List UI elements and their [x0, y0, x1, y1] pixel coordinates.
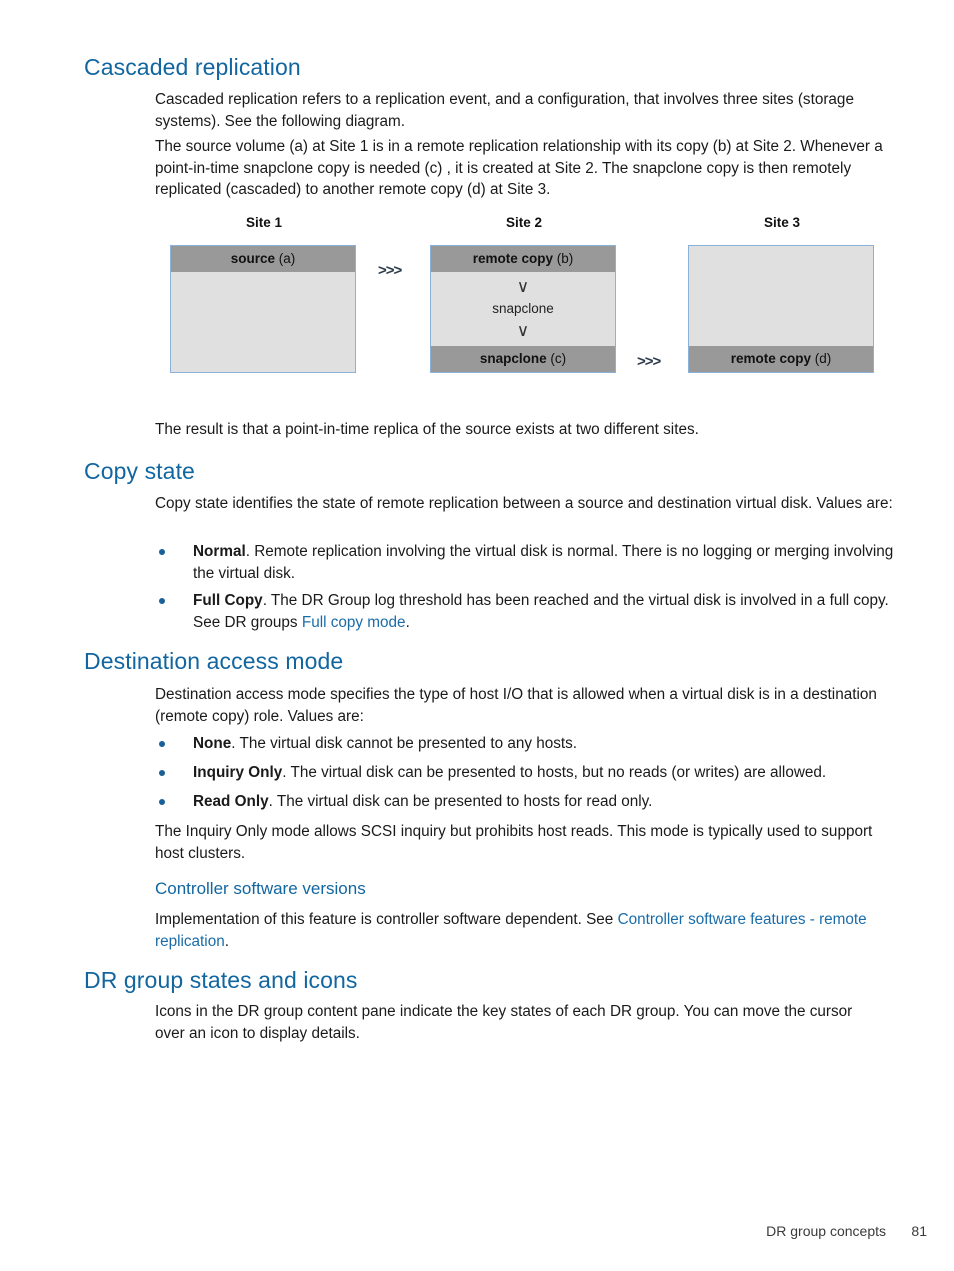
arrow-site2-to-site3: >>> [637, 353, 661, 370]
controller-text-before-link: Implementation of this feature is contro… [155, 911, 618, 928]
site-2-footer-paren: (c) [546, 351, 567, 366]
list-item: None. The virtual disk cannot be present… [155, 733, 903, 755]
cascaded-result-paragraph: The result is that a point-in-time repli… [155, 421, 699, 438]
site-2-label: Site 2 [505, 215, 543, 230]
bullet-term: Normal [193, 543, 246, 560]
heading-dr-group-states-and-icons: DR group states and icons [84, 967, 358, 993]
dr-group-states-paragraph: Icons in the DR group content pane indic… [155, 1003, 853, 1042]
destination-access-intro: Destination access mode specifies the ty… [155, 686, 877, 725]
chevron-down-icon-top: ∨ [516, 277, 530, 296]
controller-versions-paragraph: Implementation of this feature is contro… [155, 909, 895, 952]
heading-controller-software-versions: Controller software versions [155, 879, 366, 898]
bullet-body: . The virtual disk cannot be presented t… [231, 735, 578, 752]
site-2-box: remote copy (b) ∨ snapclone ∨ snapclone … [430, 245, 616, 373]
document-page: Cascaded replication Cascaded replicatio… [0, 0, 954, 1271]
site-2-header-term: remote copy [472, 251, 554, 266]
site-3-footer-band: remote copy (d) [689, 346, 873, 372]
bullet-term: Full Copy [193, 592, 263, 609]
heading-destination-access-mode: Destination access mode [84, 648, 344, 674]
destination-access-closing: The Inquiry Only mode allows SCSI inquir… [155, 823, 873, 862]
heading-copy-state: Copy state [84, 458, 195, 484]
site-3-box: remote copy (d) [688, 245, 874, 373]
site-2-header-paren: (b) [553, 251, 574, 266]
cascaded-replication-diagram: Site 1 source (a) >>> Site 2 remote copy… [0, 214, 954, 384]
list-item: Read Only. The virtual disk can be prese… [155, 791, 903, 813]
site-3-footer-paren: (d) [811, 351, 832, 366]
site-1-box: source (a) [170, 245, 356, 373]
site-3-body [689, 246, 873, 346]
site-2-header-band: remote copy (b) [431, 246, 615, 272]
bullet-dot-icon [159, 799, 165, 805]
chevron-down-icon-bottom: ∨ [516, 321, 530, 340]
site-2-body: ∨ snapclone ∨ [431, 272, 615, 346]
bullet-body-before-link: . The DR Group log threshold has been re… [193, 592, 889, 631]
bullet-term: Inquiry Only [193, 764, 283, 781]
bullet-dot-icon [159, 770, 165, 776]
bullet-body: . Remote replication involving the virtu… [193, 543, 894, 582]
site-1-header-band: source (a) [171, 246, 355, 272]
bullet-dot-icon [159, 741, 165, 747]
site-1-body [171, 272, 355, 372]
cascaded-paragraph-2: The source volume (a) at Site 1 is in a … [155, 138, 883, 198]
bullet-term: Read Only [193, 793, 269, 810]
list-item: Normal. Remote replication involving the… [155, 541, 903, 584]
heading-cascaded-replication: Cascaded replication [84, 54, 301, 80]
site-1-header-paren: (a) [275, 251, 296, 266]
copy-state-bullet-full-copy: Full Copy. The DR Group log threshold ha… [155, 590, 903, 633]
controller-text-after-link: . [224, 932, 229, 950]
destination-bullet-none: None. The virtual disk cannot be present… [155, 733, 903, 755]
site-2-footer-term: snapclone [479, 351, 547, 366]
footer-page-number: 81 [911, 1223, 927, 1239]
list-item: Inquiry Only. The virtual disk can be pr… [155, 762, 915, 784]
bullet-term: None [193, 735, 232, 752]
bullet-body: . The virtual disk can be presented to h… [268, 793, 653, 810]
site-2-inner-label: snapclone [492, 301, 554, 316]
site-1-header-term: source [230, 251, 276, 266]
bullet-body-after-link: . [405, 613, 410, 631]
bullet-dot-icon [159, 598, 165, 604]
bullet-body: . The virtual disk can be presented to h… [282, 764, 827, 781]
copy-state-bullet-normal: Normal. Remote replication involving the… [155, 541, 903, 584]
link-full-copy-mode[interactable]: Full copy mode [302, 614, 406, 631]
cascaded-paragraph-1: Cascaded replication refers to a replica… [155, 91, 854, 130]
site-3-label: Site 3 [763, 215, 801, 230]
bullet-dot-icon [159, 549, 165, 555]
arrow-site1-to-site2: >>> [378, 262, 402, 279]
site-1-label: Site 1 [245, 215, 283, 230]
destination-bullet-inquiry-only: Inquiry Only. The virtual disk can be pr… [155, 762, 915, 784]
destination-bullet-read-only: Read Only. The virtual disk can be prese… [155, 791, 903, 813]
list-item: Full Copy. The DR Group log threshold ha… [155, 590, 903, 633]
footer-section-title: DR group concepts [766, 1223, 886, 1239]
site-3-footer-term: remote copy [730, 351, 812, 366]
site-2-footer-band: snapclone (c) [431, 346, 615, 372]
copy-state-intro: Copy state identifies the state of remot… [155, 495, 893, 512]
